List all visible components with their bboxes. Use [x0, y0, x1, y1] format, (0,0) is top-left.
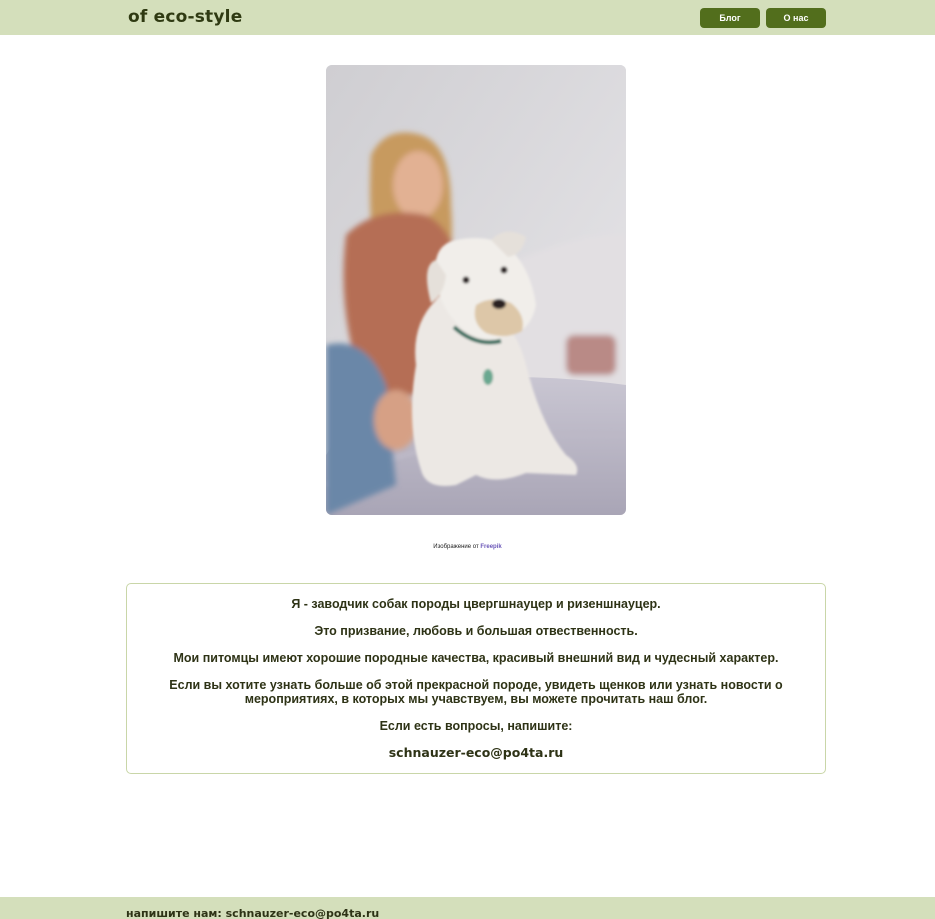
about-card: Я - заводчик собак породы цвергшнауцер и…: [126, 583, 826, 774]
freepik-link[interactable]: Freepik: [480, 544, 501, 550]
about-paragraph: Это призвание, любовь и большая отвестве…: [314, 624, 638, 638]
blog-button[interactable]: Блог: [700, 8, 760, 28]
site-logo[interactable]: of eco-style: [128, 7, 242, 27]
footer-contact[interactable]: напишите нам: schnauzer-eco@po4ta.ru: [126, 907, 379, 919]
woman-with-dog-image: [326, 65, 626, 515]
about-paragraph: Мои питомцы имеют хорошие породные качес…: [173, 651, 779, 665]
hero-photo: [326, 65, 626, 515]
about-paragraph: Я - заводчик собак породы цвергшнауцер и…: [291, 597, 661, 611]
image-credit: Изображение от Freepik: [0, 544, 935, 550]
contact-email[interactable]: schnauzer-eco@po4ta.ru: [127, 746, 825, 760]
footer: напишите нам: schnauzer-eco@po4ta.ru: [0, 897, 935, 919]
about-button[interactable]: О нас: [766, 8, 826, 28]
top-bar: of eco-style Блог О нас: [0, 0, 935, 35]
credit-prefix: Изображение от: [433, 544, 479, 550]
about-paragraph: Если есть вопросы, напишите:: [379, 719, 573, 733]
about-paragraph: Если вы хотите узнать больше об этой пре…: [169, 678, 783, 706]
